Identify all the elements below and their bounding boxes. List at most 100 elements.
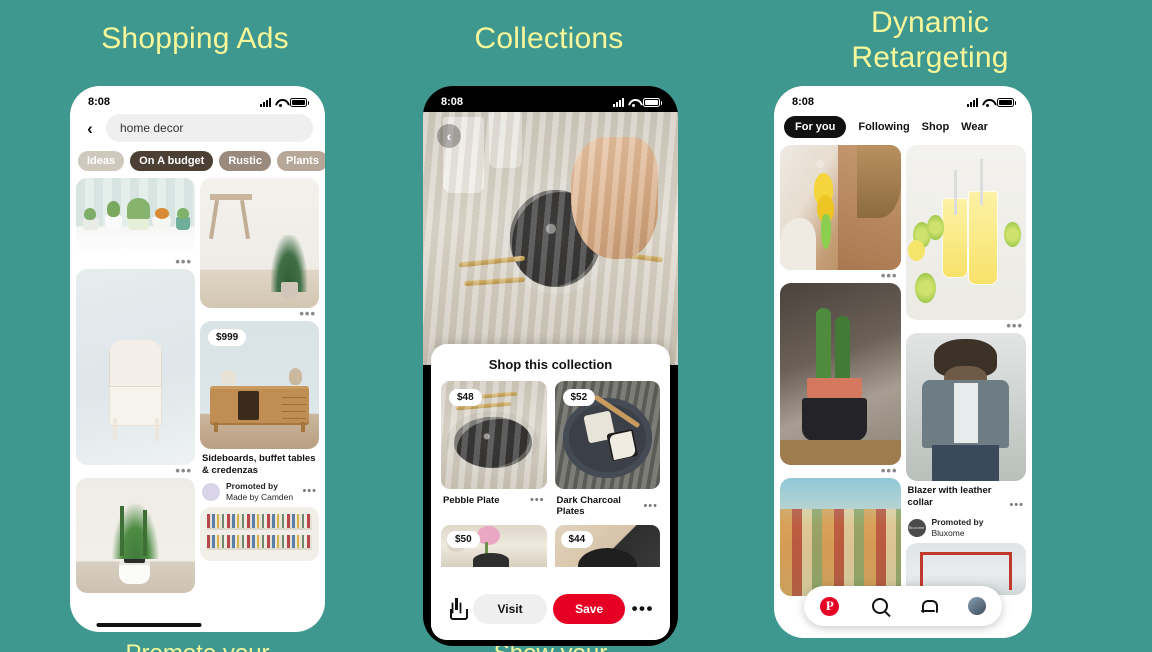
promoted-label: Promoted by: [226, 480, 278, 491]
collection-hero-image[interactable]: ‹: [423, 112, 678, 365]
more-options-icon[interactable]: •••: [302, 486, 317, 497]
tab-wear[interactable]: Wear: [961, 121, 988, 133]
pin-card-earring[interactable]: •••: [780, 145, 901, 282]
status-icons: [613, 97, 662, 107]
bedroom-shelf-image: [200, 178, 319, 308]
pin-card-bookshelf[interactable]: [200, 506, 319, 561]
pin-grid: ••• •••: [774, 145, 1032, 596]
visit-button[interactable]: Visit: [473, 594, 547, 624]
tab-for-you[interactable]: For you: [784, 116, 847, 138]
status-time: 8:08: [88, 96, 111, 108]
back-chevron-icon[interactable]: ‹: [437, 124, 461, 148]
caption-promote-your: Promote your: [70, 640, 325, 652]
heading-line-1: Dynamic: [870, 6, 990, 39]
status-icons: [967, 97, 1016, 107]
pin-card-succulents[interactable]: •••: [76, 178, 195, 268]
profile-avatar-icon[interactable]: [967, 597, 986, 615]
filter-chip-list: Ideas On A budget Rustic Plants: [70, 142, 325, 178]
action-bar: Visit Save •••: [431, 578, 670, 640]
status-icons: [260, 97, 309, 107]
price-badge: $999: [208, 329, 247, 346]
advertiser-name: Made by Camden: [226, 491, 294, 502]
advertiser-avatar: Bluxome: [907, 518, 926, 537]
search-icon[interactable]: [872, 598, 889, 614]
search-row: ‹ home decor: [70, 112, 325, 142]
tab-bar: For you Following Shop Wear: [774, 112, 1032, 145]
cactus-image: [780, 283, 901, 465]
product-name: Dark Charcoal Plates: [556, 495, 621, 517]
sheet-title: Shop this collection: [488, 357, 613, 372]
product-card-dark-charcoal-plates[interactable]: $52 Dark Charcoal Plates •••: [554, 381, 660, 525]
save-button[interactable]: Save: [553, 594, 626, 624]
pin-card-cactus[interactable]: •••: [780, 283, 901, 477]
filter-chip-rustic[interactable]: Rustic: [219, 151, 271, 171]
share-icon[interactable]: [447, 598, 468, 620]
wifi-icon: [275, 98, 286, 107]
pin-card-palm-plant[interactable]: [76, 478, 195, 593]
product-card-pebble-plate[interactable]: $48 Pebble Plate •••: [441, 381, 547, 525]
filter-chip-plants[interactable]: Plants: [276, 151, 325, 171]
more-options-icon[interactable]: •••: [906, 319, 1027, 332]
pin-card-white-chair[interactable]: •••: [76, 269, 195, 477]
home-indicator: [96, 623, 202, 627]
pin-card-promoted-blazer[interactable]: Blazer with leather collar ••• Bluxome P…: [905, 333, 1026, 539]
product-card-3[interactable]: $50: [441, 525, 547, 567]
more-options-icon[interactable]: •••: [1009, 499, 1024, 511]
heading-shopping-ads: Shopping Ads: [101, 22, 289, 55]
pinterest-logo-icon[interactable]: P: [820, 596, 840, 616]
pin-column-right: ••• $999 Sideboards, buffet tables & cre…: [200, 178, 319, 593]
more-options-icon[interactable]: •••: [530, 495, 545, 506]
tab-following[interactable]: Following: [858, 121, 909, 133]
phone-mockup-collections: 8:08 ‹ Shop this collection $48 Pebble P…: [423, 86, 678, 646]
search-input[interactable]: home decor: [106, 114, 313, 142]
advertiser-name: Bluxome: [931, 527, 965, 538]
colorful-street-image: [780, 478, 901, 596]
filter-chip-ideas[interactable]: Ideas: [78, 151, 125, 171]
pin-card-street[interactable]: [780, 478, 901, 596]
more-options-icon[interactable]: •••: [76, 255, 195, 268]
blazer-person-image: [905, 333, 1026, 481]
bell-icon[interactable]: [920, 599, 938, 614]
table-setting-image: [423, 112, 678, 365]
pin-column-right: ••• Blazer with leather collar ••• Bluxo…: [905, 145, 1027, 596]
succulent-shelf-image: [76, 178, 195, 256]
wifi-icon: [982, 98, 993, 107]
battery-icon: [643, 97, 662, 107]
more-options-icon[interactable]: •••: [76, 464, 195, 477]
earring-image: [780, 145, 901, 270]
advertiser-avatar: [202, 482, 220, 501]
lemonade-image: [905, 145, 1026, 320]
heading-dynamic-retargeting: Dynamic Retargeting: [708, 6, 1152, 75]
phone-mockup-shopping-ads: 8:08 ‹ home decor Ideas On A budget Rust…: [70, 86, 325, 632]
filter-chip-on-a-budget[interactable]: On A budget: [130, 151, 214, 171]
more-options-icon[interactable]: •••: [780, 464, 901, 477]
status-bar: 8:08: [774, 86, 1032, 112]
price-badge: $50: [447, 531, 480, 548]
cellular-bars-icon: [613, 97, 624, 107]
price-badge: $52: [562, 389, 596, 406]
product-card-4[interactable]: $44: [554, 525, 660, 567]
price-badge: $48: [449, 389, 482, 406]
product-name: Pebble Plate: [443, 495, 500, 506]
tab-shop[interactable]: Shop: [922, 121, 950, 133]
cellular-bars-icon: [260, 97, 271, 107]
product-grid: $48 Pebble Plate ••• $52 Dark Charcoal P…: [441, 381, 660, 525]
wifi-icon: [628, 98, 639, 107]
more-options-icon[interactable]: •••: [200, 307, 319, 320]
pin-card-promoted-sideboard[interactable]: $999 Sideboards, buffet tables & credenz…: [200, 321, 319, 503]
pin-column-left: ••• •••: [76, 178, 195, 593]
more-options-icon[interactable]: •••: [643, 500, 658, 511]
heading-line-2: Retargeting: [851, 40, 1009, 74]
white-chair-image: [76, 269, 195, 465]
back-chevron-icon[interactable]: ‹: [82, 120, 98, 137]
promoted-by-row: Promoted by Made by Camden •••: [200, 477, 319, 503]
pin-card-lemonade[interactable]: •••: [905, 145, 1027, 332]
pin-title: Sideboards, buffet tables & credenzas: [202, 453, 316, 476]
battery-icon: [290, 97, 309, 107]
cellular-bars-icon: [967, 97, 978, 107]
bookshelf-image: [200, 506, 319, 561]
status-bar: 8:08: [423, 86, 678, 112]
more-options-icon[interactable]: •••: [780, 269, 901, 282]
more-options-icon[interactable]: •••: [632, 600, 654, 617]
pin-card-bedroom-shelf[interactable]: •••: [200, 178, 319, 320]
